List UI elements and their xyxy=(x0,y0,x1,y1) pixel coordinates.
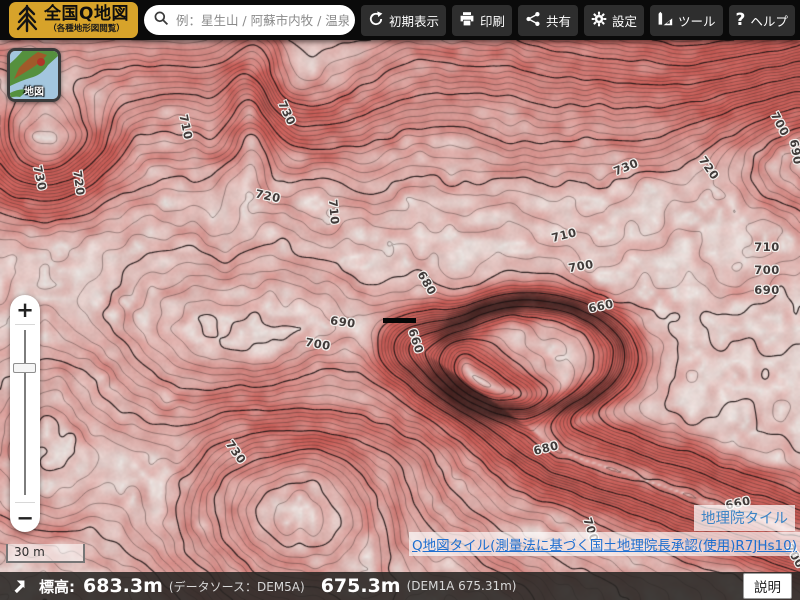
tools-label: ツール xyxy=(678,11,716,30)
search-icon xyxy=(153,10,169,30)
toolbar: 全国Q地図 （各種地形図閲覧） 初期表示 xyxy=(0,0,800,40)
print-label: 印刷 xyxy=(480,11,505,30)
attribution-qmap-link[interactable]: Q地図タイル(測量法に基づく国土地理院長承認(使用)R7JHs10) xyxy=(412,538,797,554)
zoom-in-button[interactable]: + xyxy=(10,295,40,324)
zoom-slider-handle[interactable] xyxy=(13,363,36,373)
attribution-qmap: Q地図タイル(測量法に基づく国土地理院長承認(使用)R7JHs10) xyxy=(409,532,800,556)
search-box[interactable] xyxy=(144,5,355,35)
print-button[interactable]: 印刷 xyxy=(452,5,512,36)
northeast-arrow-icon xyxy=(10,578,27,595)
app-window: 全国Q地図 （各種地形図閲覧） 初期表示 xyxy=(0,0,800,600)
elevation-value: 683.3m xyxy=(83,575,163,597)
app-logo[interactable]: 全国Q地図 （各種地形図閲覧） xyxy=(9,2,138,38)
scale-bar: 30 m xyxy=(6,544,85,563)
app-subtitle: （各種地形図閲覧） xyxy=(48,25,125,34)
minimap-toggle[interactable]: 地図 xyxy=(7,48,61,102)
zoom-out-button[interactable]: − xyxy=(10,503,40,532)
attribution-gsi-link[interactable]: 地理院タイル xyxy=(701,511,788,527)
attribution-gsi: 地理院タイル xyxy=(694,505,795,531)
status-bar: 標高: 683.3m (データソース：DEM5A) 675.3m (DEM1A … xyxy=(0,572,800,600)
help-label: ヘルプ xyxy=(750,11,788,30)
elevation-value-2: 675.3m xyxy=(321,575,401,597)
elevation-cursor-marker xyxy=(383,318,416,323)
share-label: 共有 xyxy=(546,11,571,30)
map-viewport[interactable]: 7307207107307207106907007307207006907107… xyxy=(0,40,800,600)
printer-icon xyxy=(459,11,475,30)
tree-logo-icon xyxy=(14,3,40,37)
minimap-label: 地図 xyxy=(24,83,44,98)
zoom-slider-track[interactable] xyxy=(24,330,26,495)
elevation-label: 標高: xyxy=(39,576,75,597)
search-input[interactable] xyxy=(174,12,351,29)
elevation-source-2: (DEM1A 675.31m) xyxy=(407,579,517,593)
reset-view-button[interactable]: 初期表示 xyxy=(361,5,446,36)
reset-view-label: 初期表示 xyxy=(389,11,439,30)
explain-button[interactable]: 説明 xyxy=(743,573,792,599)
gear-icon xyxy=(591,11,607,30)
refresh-icon xyxy=(368,11,384,30)
help-button[interactable]: ? ヘルプ xyxy=(729,5,795,36)
zoom-control: + − xyxy=(10,295,40,532)
tools-icon xyxy=(657,11,673,30)
share-button[interactable]: 共有 xyxy=(518,5,578,36)
question-mark-icon: ? xyxy=(736,12,746,29)
settings-button[interactable]: 設定 xyxy=(584,5,644,36)
tools-button[interactable]: ツール xyxy=(650,5,723,36)
app-title: 全国Q地図 xyxy=(44,6,129,23)
settings-label: 設定 xyxy=(612,11,637,30)
zoom-slider xyxy=(10,325,40,502)
elevation-source: (データソース：DEM5A) xyxy=(169,578,305,595)
share-icon xyxy=(525,11,541,30)
